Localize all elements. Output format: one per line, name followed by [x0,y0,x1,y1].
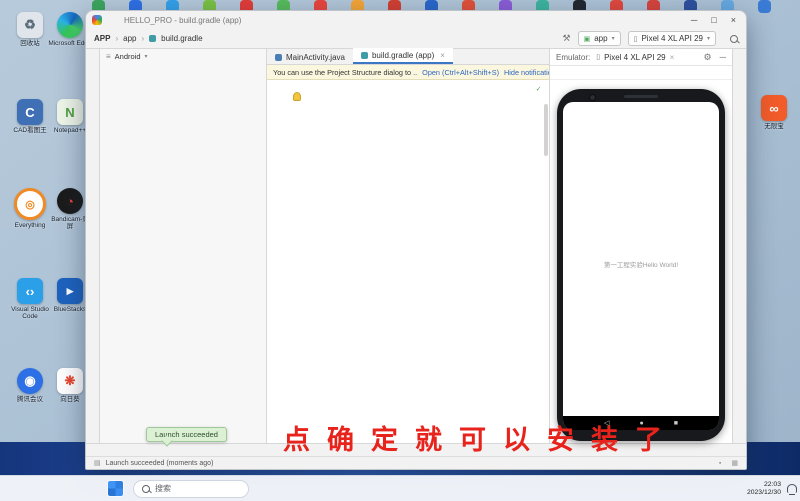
everything-icon: ◎ [14,188,46,220]
android-studio-logo-icon [92,15,102,25]
desktop-icon-label: 无限宝 [752,123,796,130]
sunlogin-icon: ❋ [57,368,83,394]
bluestacks-icon: ▸ [57,278,83,304]
hide-panel-icon[interactable]: ─ [720,52,726,63]
project-view-selector[interactable]: Android [115,52,141,61]
chevron-icon: › [141,34,144,43]
minimize-button[interactable]: ─ [691,15,697,25]
phone-status-bar: 2:03 ▪ ◦ LTE ◢ [563,102,719,114]
hello-world-text: 第一工程实验Hello World! [563,259,719,269]
microsoft-edge-icon [57,12,83,38]
chevron-icon: › [115,34,118,43]
android-studio-window: HELLO_PRO - build.gradle (app) ─ □ × APP… [85,10,747,470]
tencent-meeting-icon: ◉ [17,368,43,394]
desktop-icon-cad-viewer[interactable]: C CAD看图王 [8,99,52,134]
phone-device[interactable]: 2:03 ▪ ◦ LTE ◢ HELLO_PRO 第一工程实验Hello Wor… [557,89,725,441]
gradle-file-icon [361,52,368,59]
gear-icon[interactable]: ⚙ [704,52,712,63]
chevron-down-icon: ▾ [145,53,148,60]
breadcrumb-project[interactable]: APP [94,34,110,43]
title-bar: HELLO_PRO - build.gradle (app) ─ □ × [86,11,746,29]
desktop-icon-everything[interactable]: ◎ Everything [8,188,52,229]
editor-scrollbar[interactable] [544,104,548,156]
notification-bar: You can use the Project Structure dialog… [267,65,549,80]
hide-notification-link[interactable]: Hide notification [504,68,549,77]
phone-screen[interactable]: 2:03 ▪ ◦ LTE ◢ HELLO_PRO 第一工程实验Hello Wor… [563,102,719,430]
tab-mainactivity[interactable]: MainActivity.java [267,50,353,64]
close-icon[interactable]: × [670,53,675,62]
desktop-icon-label: Visual Studio Code [8,306,52,320]
run-config-dropdown[interactable]: ▣ app▾ [578,31,621,46]
open-project-structure-link[interactable]: Open (Ctrl+Alt+Shift+S) [422,68,499,77]
emulator-label: Emulator: [556,53,590,62]
project-panel: ≡ Android ▾ [100,49,267,443]
intention-bulb-icon[interactable] [293,92,301,101]
visual-studio-code-icon: ‹› [17,278,43,304]
emulator-stage: 2:03 ▪ ◦ LTE ◢ HELLO_PRO 第一工程实验Hello Wor… [550,80,732,443]
hammer-icon[interactable]: ⚒ [563,34,571,43]
battery-icon [708,105,712,112]
status-icon: ▤ [94,459,101,467]
close-tab-icon[interactable]: × [440,51,445,60]
taskbar-clock[interactable]: 22:03 2023/12/30 [747,481,781,497]
desktop-icon-wuxianbao[interactable]: ∞ 无限宝 [752,95,796,130]
gradle-file-icon [149,35,156,42]
java-class-icon [275,54,282,61]
desktop-icon-label: Everything [8,222,52,229]
start-button[interactable] [108,481,123,496]
right-tool-strip [732,49,746,443]
launch-succeeded-balloon: Launch succeeded [146,427,227,442]
emulator-toolbar [550,66,732,80]
indicator-icon[interactable]: ▦ [731,459,738,467]
tab-build-gradle[interactable]: build.gradle (app) × [353,48,453,64]
breadcrumb-module[interactable]: app [123,34,136,43]
desktop-icon-label: 腾讯会议 [8,396,52,403]
desktop-top-icon[interactable] [758,0,771,13]
desktop-icon-tencent-meeting[interactable]: ◉ 腾讯会议 [8,368,52,403]
phone-speaker [624,95,658,98]
lock-icon[interactable]: ▪ [719,460,721,467]
desktop-icon-label: CAD看图王 [8,127,52,134]
window-title: HELLO_PRO - build.gradle (app) [124,16,683,25]
taskbar-search[interactable]: 搜索 [133,480,249,498]
recycle-bin-icon: ♻ [17,12,43,38]
desktop-icon-recycle-bin[interactable]: ♻ 回收站 [8,12,52,47]
search-icon[interactable] [730,35,738,43]
project-tree [100,64,266,443]
cad-viewer-icon: C [17,99,43,125]
search-icon [142,485,150,493]
close-button[interactable]: × [731,15,736,25]
app-bar: HELLO_PRO [563,114,719,136]
device-dropdown[interactable]: ▯ Pixel 4 XL API 29▾ [628,31,716,46]
phone-icon: ▯ [596,53,600,61]
breadcrumb: APP › app › build.gradle [94,34,203,43]
phone-camera [589,94,596,101]
project-view-icon[interactable]: ≡ [106,52,111,61]
left-tool-strip [86,49,100,443]
emulator-device-tab[interactable]: ▯ Pixel 4 XL API 29 × [596,53,674,62]
breadcrumb-file[interactable]: build.gradle [161,34,202,43]
notification-bell-icon[interactable] [787,484,797,493]
desktop-icon-visual-studio-code[interactable]: ‹› Visual Studio Code [8,278,52,320]
status-message: Launch succeeded (moments ago) [106,460,214,467]
code-area[interactable]: ✓ [267,80,549,443]
bandicam-icon: ◔ [57,188,83,214]
wuxianbao-icon: ∞ [761,95,787,121]
emulator-panel: Emulator: ▯ Pixel 4 XL API 29 × ⚙ ─ [550,49,732,443]
windows-taskbar: 搜索 22:03 2023/12/30 [0,475,800,501]
editor: MainActivity.java build.gradle (app) × Y… [267,49,550,443]
annotation-overlay-text: 点确定就可以安装了 [283,418,679,457]
maximize-button[interactable]: □ [711,15,716,25]
notepad-plus-plus-icon: N [57,99,83,125]
status-bar: ▤ Launch succeeded (moments ago) ▪ ▦ [86,456,746,469]
desktop-icon-label: 回收站 [8,40,52,47]
main-toolbar: APP › app › build.gradle ⚒ ▣ app▾ ▯ Pixe… [86,29,746,49]
inspection-ok-icon: ✓ [536,84,541,93]
